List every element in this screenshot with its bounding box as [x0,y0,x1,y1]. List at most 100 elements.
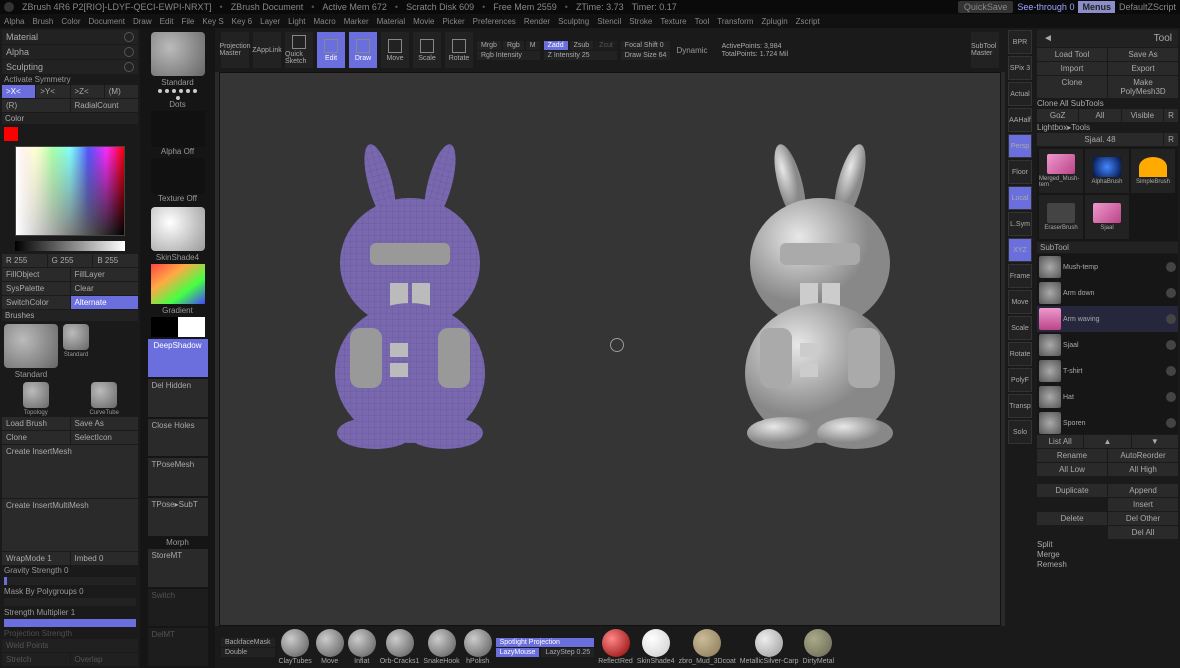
floor-button[interactable]: Floor [1008,160,1032,184]
quicksave-button[interactable]: QuickSave [958,1,1014,13]
alternate-button[interactable]: Alternate [71,296,139,309]
overlap-toggle[interactable]: Overlap [71,653,139,666]
aahalf-button[interactable]: AAHalf [1008,108,1032,132]
menu-document[interactable]: Document [89,17,125,26]
color-picker[interactable] [15,146,125,236]
menu-material[interactable]: Material [377,17,405,26]
material-thumb[interactable] [151,207,205,251]
persp-button[interactable]: Persp [1008,134,1032,158]
merge-header[interactable]: Merge [1037,550,1178,559]
activate-symmetry-label[interactable]: Activate Symmetry [2,75,138,84]
scale-mode-button[interactable]: Scale [413,32,441,68]
eye-icon[interactable] [1166,314,1176,324]
arrow-up-button[interactable]: ▲ [1084,435,1130,448]
mat-skinshade[interactable]: SkinShade4 [637,629,675,665]
zapplink-button[interactable]: ZAppLink [253,32,281,68]
gravity-slider[interactable]: Gravity Strength 0 [2,566,138,575]
arrow-down-button[interactable]: ▼ [1132,435,1178,448]
g-value[interactable]: G 255 [48,254,93,267]
tool-header[interactable]: ◄Tool [1037,30,1178,47]
menu-stencil[interactable]: Stencil [597,17,621,26]
saveas-brush-button[interactable]: Save As [71,417,139,430]
weld-toggle[interactable]: Weld Points [2,639,138,652]
selecticon-button[interactable]: SelectIcon [71,431,139,444]
menu-marker[interactable]: Marker [344,17,369,26]
sym-x[interactable]: >X< [2,85,35,98]
subtool-row[interactable]: Sjaal [1037,332,1178,358]
expand-icon[interactable] [124,32,134,42]
expand-icon[interactable] [124,47,134,57]
all-low-button[interactable]: All Low [1037,463,1107,476]
menu-key6[interactable]: Key 6 [232,17,252,26]
menu-texture[interactable]: Texture [660,17,686,26]
nav-scale-button[interactable]: Scale [1008,316,1032,340]
goz-visible-button[interactable]: Visible [1122,109,1163,122]
mat-dirtymetal[interactable]: DirtyMetal [803,629,835,665]
gray-gradient[interactable] [15,241,125,251]
eye-icon[interactable] [1166,366,1176,376]
goz-r-button[interactable]: R [1164,109,1178,122]
brush-thumb-sm[interactable] [23,382,49,408]
mat-silver[interactable]: MetallicSilver-Carp [740,629,799,665]
menu-render[interactable]: Render [524,17,550,26]
export-button[interactable]: Export [1108,62,1178,75]
autoreorder-button[interactable]: AutoReorder [1108,449,1178,462]
subtool-header[interactable]: SubTool [1037,242,1178,253]
sculpting-header[interactable]: Sculpting [2,60,138,74]
switchcolor-button[interactable]: SwitchColor [2,296,70,309]
viewport[interactable] [219,72,1001,626]
backface-toggle[interactable]: BackfaceMask [221,638,275,647]
deepshadow-button[interactable]: DeepShadow [148,339,208,377]
menu-alpha[interactable]: Alpha [4,17,24,26]
material-header[interactable]: Material [2,30,138,44]
brush-inflat[interactable]: Inflat [348,629,376,665]
syspalette-button[interactable]: SysPalette [2,282,70,295]
expand-icon[interactable] [124,62,134,72]
alpha-header[interactable]: Alpha [2,45,138,59]
delmt-button[interactable]: DelMT [148,628,208,666]
menu-file[interactable]: File [181,17,194,26]
menu-preferences[interactable]: Preferences [473,17,516,26]
frame-button[interactable]: Frame [1008,264,1032,288]
solo-button[interactable]: Solo [1008,420,1032,444]
projection-master-button[interactable]: Projection Master [221,32,249,68]
alpha-slot[interactable] [151,111,205,147]
menu-brush[interactable]: Brush [32,17,53,26]
save-tool-button[interactable]: Save As [1108,48,1178,61]
goz-button[interactable]: GoZ [1037,109,1078,122]
spotlight-toggle[interactable]: Spotlight Projection [496,638,595,647]
eye-icon[interactable] [1166,288,1176,298]
clone-brush-button[interactable]: Clone [2,431,70,444]
brush-orbcracks[interactable]: Orb-Cracks1 [380,629,420,665]
dynamic-toggle[interactable]: Dynamic [674,46,709,55]
make-polymesh-button[interactable]: Make PolyMesh3D [1108,76,1178,98]
double-toggle[interactable]: Double [221,648,275,657]
menu-layer[interactable]: Layer [260,17,280,26]
list-all-button[interactable]: List All [1037,435,1083,448]
storemt-button[interactable]: StoreMT [148,549,208,587]
fill-object-button[interactable]: FillObject [2,268,70,281]
sym-y[interactable]: >Y< [36,85,69,98]
zcut-toggle[interactable]: Zcut [595,41,617,50]
stroke-dots-icon[interactable] [158,89,198,100]
rename-button[interactable]: Rename [1037,449,1107,462]
zadd-toggle[interactable]: Zadd [544,41,568,50]
nav-move-button[interactable]: Move [1008,290,1032,314]
append-button[interactable]: Append [1108,484,1178,497]
strmult-slider-bar[interactable] [4,619,136,627]
import-button[interactable]: Import [1037,62,1107,75]
transp-button[interactable]: Transp [1008,394,1032,418]
tool-slot[interactable]: AlphaBrush [1085,149,1129,193]
brush-current[interactable] [151,32,205,76]
tool-r-button[interactable]: R [1164,133,1178,146]
xyz-button[interactable]: XYZ [1008,238,1032,262]
lsym-button[interactable]: L.Sym [1008,212,1032,236]
clear-button[interactable]: Clear [71,282,139,295]
subtool-row[interactable]: T-shirt [1037,358,1178,384]
menu-color[interactable]: Color [61,17,80,26]
brush-thumb-sm[interactable] [91,382,117,408]
insert-button[interactable]: Insert [1108,498,1178,511]
sym-m[interactable]: (M) [105,85,138,98]
subtool-row-selected[interactable]: Arm waving [1037,306,1178,332]
brush-thumb-sm[interactable] [63,324,89,350]
